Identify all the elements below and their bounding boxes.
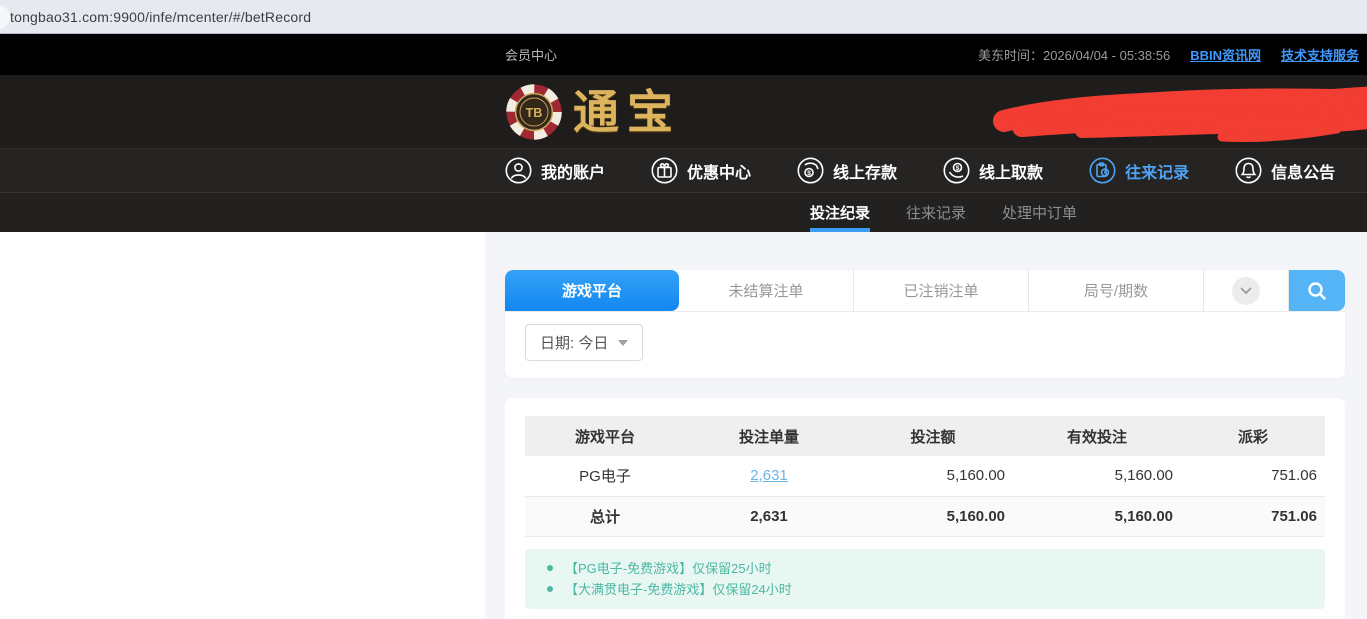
bet-summary-table: 游戏平台 投注单量 投注额 有效投注 派彩 PG电子 2,631 5,160.0… (525, 416, 1325, 537)
records-icon (1089, 157, 1116, 184)
svg-text:$: $ (956, 165, 960, 172)
tab-unsettled-bets[interactable]: 未结算注单 (679, 270, 854, 311)
nav-item-promotions[interactable]: 优惠中心 (651, 157, 751, 184)
main-nav: 我的账户 优惠中心 $ 线上存款 $ 线上取款 (0, 148, 1367, 192)
cell-valid-bet: 5,160.00 (1013, 456, 1181, 496)
subnav-label: 处理中订单 (1002, 202, 1077, 223)
date-filter-dropdown[interactable]: 日期: 今日 (525, 324, 643, 361)
note-text: 【大满贯电子-免费游戏】仅保留24小时 (565, 579, 792, 600)
subnav-label: 投注纪录 (810, 202, 870, 223)
tab-label: 未结算注单 (728, 280, 803, 301)
nav-label: 优惠中心 (687, 159, 751, 183)
red-redaction-scribble (992, 81, 1367, 145)
sub-nav: 投注纪录 往来记录 处理中订单 (0, 192, 1367, 232)
subnav-item-pending-orders[interactable]: 处理中订单 (1002, 193, 1077, 232)
main-panel: 游戏平台 未结算注单 已注销注单 局号/期数 (485, 232, 1367, 619)
browser-address-bar[interactable]: tongbao31.com:9900/infe/mcenter/#/betRec… (0, 0, 1367, 34)
url-text[interactable]: tongbao31.com:9900/infe/mcenter/#/betRec… (10, 9, 311, 25)
cell-total-label: 总计 (525, 496, 685, 536)
cell-total-payout: 751.06 (1181, 496, 1325, 536)
retention-notes-box: 【PG电子-免费游戏】仅保留25小时 【大满贯电子-免费游戏】仅保留24小时 (525, 549, 1325, 609)
nav-label: 线上取款 (979, 159, 1043, 183)
date-filter-row: 日期: 今日 (505, 312, 1345, 378)
nav-item-withdraw[interactable]: $ 线上取款 (943, 157, 1043, 184)
nav-item-transaction-records[interactable]: 往来记录 (1089, 157, 1189, 184)
tab-round-number[interactable]: 局号/期数 (1029, 270, 1204, 311)
filter-card: 游戏平台 未结算注单 已注销注单 局号/期数 (505, 270, 1345, 378)
cell-total-count: 2,631 (685, 496, 853, 536)
nav-item-my-account[interactable]: 我的账户 (505, 157, 605, 184)
gift-icon (651, 157, 678, 184)
eastern-time-label: 美东时间：2026/04/04 - 05:38:56 (978, 45, 1170, 64)
site-logo[interactable]: TB 通宝 (505, 83, 681, 141)
content-area: 游戏平台 未结算注单 已注销注单 局号/期数 (0, 232, 1367, 619)
tab-label: 游戏平台 (562, 280, 622, 301)
table-total-row: 总计 2,631 5,160.00 5,160.00 751.06 (525, 496, 1325, 536)
filter-tab-row: 游戏平台 未结算注单 已注销注单 局号/期数 (505, 270, 1345, 312)
col-header-bet-amount: 投注额 (853, 416, 1013, 456)
cell-platform: PG电子 (525, 456, 685, 496)
top-strip: 会员中心 美东时间：2026/04/04 - 05:38:56 BBIN资讯网 … (0, 34, 1367, 75)
cell-payout: 751.06 (1181, 456, 1325, 496)
nav-label: 往来记录 (1125, 159, 1189, 183)
note-line: 【PG电子-免费游戏】仅保留25小时 (541, 558, 1309, 579)
nav-label: 我的账户 (541, 159, 605, 183)
note-text: 【PG电子-免费游戏】仅保留25小时 (565, 558, 772, 579)
browser-tab-icon (0, 5, 10, 29)
nav-item-deposit[interactable]: $ 线上存款 (797, 157, 897, 184)
svg-text:TB: TB (526, 106, 543, 120)
bullet-dot-icon (547, 565, 553, 571)
search-icon (1306, 280, 1328, 302)
col-header-platform: 游戏平台 (525, 416, 685, 456)
tab-cancelled-bets[interactable]: 已注销注单 (854, 270, 1029, 311)
table-header-row: 游戏平台 投注单量 投注额 有效投注 派彩 (525, 416, 1325, 456)
nav-label: 线上存款 (833, 159, 897, 183)
note-line: 【大满贯电子-免费游戏】仅保留24小时 (541, 579, 1309, 600)
cell-total-bet-amount: 5,160.00 (853, 496, 1013, 536)
cell-bet-amount: 5,160.00 (853, 456, 1013, 496)
date-filter-value: 日期: 今日 (540, 332, 608, 353)
top-strip-right: 美东时间：2026/04/04 - 05:38:56 BBIN资讯网 技术支持服… (978, 45, 1359, 64)
poker-chip-logo-icon: TB (505, 83, 563, 141)
bell-icon (1235, 157, 1262, 184)
bbin-news-link[interactable]: BBIN资讯网 (1190, 45, 1261, 64)
col-header-valid-bet: 有效投注 (1013, 416, 1181, 456)
tab-label: 已注销注单 (903, 280, 978, 301)
user-icon (505, 157, 532, 184)
tab-expand-toggle[interactable] (1204, 270, 1289, 311)
tech-support-link[interactable]: 技术支持服务 (1281, 45, 1359, 64)
site-header: TB 通宝 (0, 75, 1367, 148)
chevron-down-icon (1232, 277, 1260, 305)
col-header-payout: 派彩 (1181, 416, 1325, 456)
svg-text:$: $ (807, 170, 811, 177)
subnav-label: 往来记录 (906, 202, 966, 223)
bet-summary-card: 游戏平台 投注单量 投注额 有效投注 派彩 PG电子 2,631 5,160.0… (505, 398, 1345, 619)
deposit-icon: $ (797, 157, 824, 184)
bullet-dot-icon (547, 586, 553, 592)
caret-down-icon (618, 340, 628, 346)
bet-count-link[interactable]: 2,631 (750, 467, 788, 484)
tab-game-platform[interactable]: 游戏平台 (505, 270, 679, 311)
col-header-bet-count: 投注单量 (685, 416, 853, 456)
withdraw-icon: $ (943, 157, 970, 184)
subnav-item-transaction-records[interactable]: 往来记录 (906, 193, 966, 232)
nav-item-announcements[interactable]: 信息公告 (1235, 157, 1335, 184)
left-whitespace-panel (0, 232, 485, 619)
nav-label: 信息公告 (1271, 159, 1335, 183)
member-center-label: 会员中心 (505, 45, 557, 64)
subnav-item-bet-records[interactable]: 投注纪录 (810, 193, 870, 232)
search-button[interactable] (1289, 270, 1345, 311)
logo-wordmark: 通宝 (573, 84, 681, 140)
table-row: PG电子 2,631 5,160.00 5,160.00 751.06 (525, 456, 1325, 496)
cell-total-valid-bet: 5,160.00 (1013, 496, 1181, 536)
tab-label: 局号/期数 (1084, 280, 1148, 301)
